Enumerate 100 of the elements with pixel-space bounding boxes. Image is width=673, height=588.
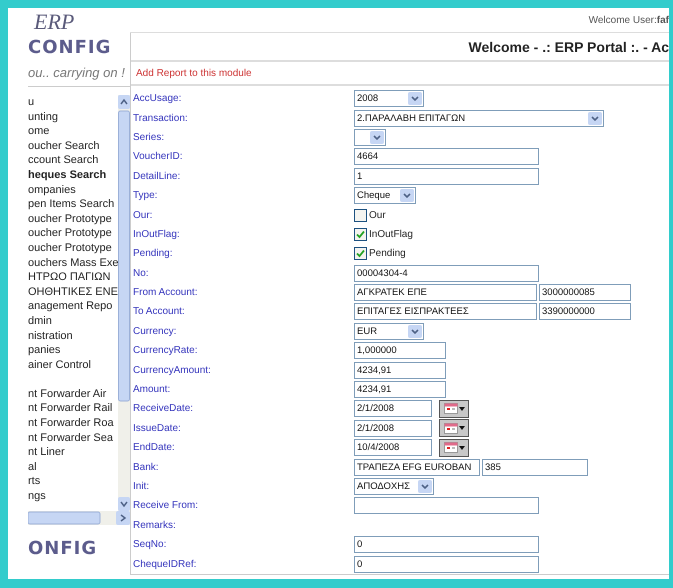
logo-text: ERP — [32, 8, 76, 36]
field-label: Series: — [132, 132, 166, 143]
nav-item[interactable]: ngs — [28, 489, 46, 504]
field-label: CurrencyRate: — [132, 345, 198, 356]
dropdown[interactable]: 2.ΠΑΡΑΛΑΒΗ ΕΠΙΤΑΓΩΝ — [354, 110, 604, 127]
nav-item[interactable]: pen Items Search — [28, 197, 114, 212]
text-field[interactable]: 1,000000 — [354, 342, 446, 360]
field-label: Bank: — [132, 462, 160, 473]
text-field[interactable]: 4234,91 — [354, 362, 446, 379]
date-field[interactable]: 10/4/2008 — [354, 439, 432, 456]
field-label: Transaction: — [132, 112, 189, 124]
calendar-icon — [444, 422, 458, 434]
nav-item[interactable]: ccount Search — [28, 153, 98, 168]
field-label: No: — [132, 268, 150, 279]
field-label: EndDate: — [132, 442, 176, 454]
checkbox-label: InOutFlag — [369, 228, 413, 240]
page-title: Welcome - .: ERP Portal :. - Ac — [468, 38, 669, 54]
nav-item[interactable]: ΗΤΡΩΟ ΠΑΓΙΩΝ — [28, 270, 110, 285]
nav-item[interactable]: dmin — [28, 314, 52, 328]
text-field[interactable]: 385 — [482, 458, 588, 476]
nav-item[interactable]: heques Search — [28, 168, 106, 183]
caret-icon — [458, 406, 464, 411]
logo-text: CONFIG — [28, 36, 112, 60]
nav-item[interactable]: ouchers Mass Exe — [28, 256, 118, 270]
nav-item[interactable]: oucher Search — [28, 138, 100, 154]
field-label: Type: — [132, 190, 158, 202]
checkbox[interactable] — [354, 208, 367, 222]
nav-item[interactable]: panies — [28, 343, 60, 358]
field-label: VoucherID: — [132, 151, 184, 162]
nav-item[interactable]: nt Forwarder Rail — [28, 401, 112, 416]
calendar-button[interactable] — [439, 419, 469, 438]
field-label: CurrencyAmount: — [132, 364, 212, 376]
nav-item[interactable]: al — [28, 460, 37, 474]
nav-item[interactable]: ΟΗΘΗΤΙΚΕΣ ΕΝΕ — [28, 284, 118, 300]
field-label: SeqNo: — [132, 539, 168, 550]
calendar-button[interactable] — [439, 438, 469, 457]
checkbox-label: Pending — [369, 248, 406, 260]
checkbox[interactable] — [354, 228, 367, 241]
nav-item[interactable]: anagement Repo — [28, 299, 112, 314]
nav-item[interactable]: oucher Prototype — [28, 226, 112, 241]
dropdown[interactable] — [354, 128, 386, 146]
text-field[interactable]: ΤΡΑΠΕΖΑ EFG EUROBAN — [354, 458, 480, 476]
dropdown[interactable]: 2008 — [354, 90, 424, 108]
horizontal-scrollbar[interactable] — [28, 511, 130, 525]
field-label: Pending: — [132, 248, 174, 260]
field-label: ChequeIDRef: — [132, 558, 198, 570]
field-label: Our: — [132, 210, 154, 221]
nav-item[interactable]: nistration — [28, 328, 73, 344]
checkbox-label: Our — [369, 210, 386, 221]
field-label: Receive From: — [132, 500, 200, 512]
nav-item[interactable]: nt Forwarder Roa — [28, 416, 114, 431]
dropdown[interactable]: ΑΠΟΔΟΧΗΣ — [354, 478, 434, 495]
field-label: Init: — [132, 481, 150, 492]
vertical-scrollbar[interactable] — [118, 95, 130, 511]
field-label: Remarks: — [132, 520, 177, 531]
checkbox[interactable] — [354, 247, 367, 260]
nav-item[interactable]: nt Liner — [28, 445, 65, 460]
field-label: InOutFlag: — [132, 228, 181, 240]
text-field[interactable]: ΑΓΚΡΑΤΕΚ ΕΠΕ — [354, 284, 537, 302]
date-field[interactable]: 2/1/2008 — [354, 420, 432, 437]
text-field[interactable] — [354, 497, 539, 514]
nav-item[interactable]: rts — [28, 474, 40, 490]
user-greeting: Welcome User:faf — [588, 14, 669, 26]
text-field[interactable]: 1 — [354, 168, 539, 185]
dropdown[interactable]: Cheque — [354, 187, 416, 204]
field-label: From Account: — [132, 287, 198, 298]
dropdown[interactable]: EUR — [354, 322, 424, 340]
text-field[interactable]: 0 — [354, 536, 539, 554]
text-field[interactable]: 3390000000 — [539, 303, 631, 320]
field-label: To Account: — [132, 306, 186, 318]
text-field[interactable]: 00004304-4 — [354, 264, 539, 282]
nav-item[interactable]: unting — [28, 110, 58, 124]
logo-text: ONFIG — [28, 537, 98, 561]
nav-item[interactable]: u — [28, 95, 34, 110]
add-report-link[interactable]: Add Report to this module — [136, 68, 252, 78]
field-label: IssueDate: — [132, 422, 182, 434]
date-field[interactable]: 2/1/2008 — [354, 400, 432, 418]
caret-icon — [458, 426, 464, 430]
tagline: ou.. carrying on ! — [28, 60, 130, 87]
text-field[interactable]: ΕΠΙΤΑΓΕΣ ΕΙΣΠΡΑΚΤΕΕΣ — [354, 303, 537, 320]
field-label: DetailLine: — [132, 170, 182, 182]
field-label: ReceiveDate: — [132, 403, 194, 414]
text-field[interactable]: 0 — [354, 556, 539, 573]
nav-item[interactable]: nt Forwarder Air — [28, 386, 106, 402]
text-field[interactable]: 3000000085 — [539, 284, 631, 302]
nav-item[interactable]: nt Forwarder Sea — [28, 430, 113, 446]
calendar-icon — [444, 403, 458, 414]
nav-item[interactable]: ompanies — [28, 182, 76, 198]
nav-item[interactable]: oucher Prototype — [28, 240, 112, 256]
calendar-button[interactable] — [439, 400, 469, 418]
caret-icon — [458, 446, 464, 450]
field-label: Currency: — [132, 326, 178, 337]
text-field[interactable]: 4234,91 — [354, 381, 446, 398]
nav-item[interactable]: ainer Control — [28, 358, 91, 372]
nav-item[interactable]: oucher Prototype — [28, 212, 112, 226]
calendar-icon — [444, 442, 458, 454]
field-label: AccUsage: — [132, 93, 182, 104]
nav-item[interactable]: ome — [28, 124, 50, 139]
text-field[interactable]: 4664 — [354, 148, 539, 166]
field-label: Amount: — [132, 384, 172, 396]
